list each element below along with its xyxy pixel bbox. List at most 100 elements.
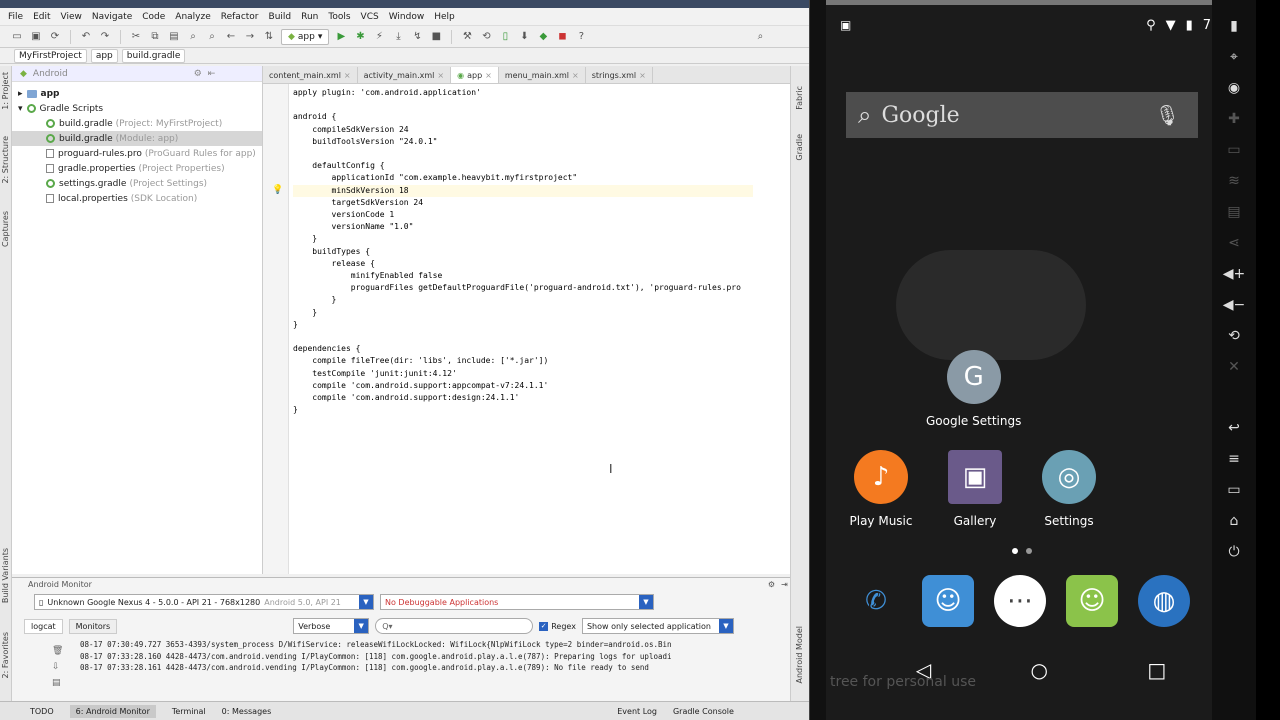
close-icon[interactable]: × [639,71,646,80]
power-icon[interactable]: ⏻ [1228,544,1239,560]
tree-node-gradle-properties[interactable]: gradle.properties (Project Properties) [12,161,262,176]
menu-file[interactable]: File [8,12,23,22]
favorites-tool-tab[interactable]: 2: Favorites [1,632,10,678]
menu-control-icon[interactable]: ≡ [1228,451,1240,467]
google-search-bar[interactable]: ⌕ Google 🎙 [846,92,1198,138]
code-editor[interactable]: 💡 apply plugin: 'com.android.application… [263,84,790,574]
tab-app[interactable]: ◉ app × [451,67,499,83]
menu-tools[interactable]: Tools [328,12,350,22]
paste-icon[interactable]: ▤ [167,30,181,44]
browser-icon[interactable]: ◍ [1138,575,1190,627]
tree-node-build-gradle-project[interactable]: build.gradle (Project: MyFirstProject) [12,116,262,131]
camera-icon[interactable]: ◉ [1228,80,1240,96]
gradle-console-tool-button[interactable]: Gradle Console [673,707,734,716]
terminal-tool-button[interactable]: Terminal [172,707,206,716]
tree-node-settings-gradle[interactable]: settings.gradle (Project Settings) [12,176,262,191]
share-icon[interactable]: ⋖ [1228,235,1240,251]
app-google-settings[interactable]: G Google Settings [926,350,1021,428]
tree-node-build-gradle-module[interactable]: build.gradle (Module: app) [12,131,262,146]
hide-icon[interactable]: ⇥ [781,580,788,589]
menu-run[interactable]: Run [301,12,318,22]
home-icon[interactable]: ○ [1031,658,1048,682]
breadcrumb-project[interactable]: MyFirstProject [14,48,87,63]
tab-strings[interactable]: strings.xml × [586,67,653,83]
logcat-search-input[interactable]: Q▾ [375,618,534,634]
gradle-tool-tab[interactable]: Gradle [795,134,804,161]
attach-debugger-icon[interactable]: ⤓ [391,30,405,44]
phone-icon[interactable]: ✆ [850,575,902,627]
contacts-icon[interactable]: ☺ [922,575,974,627]
save-icon[interactable]: ▣ [29,30,43,44]
captures-tool-tab[interactable]: Captures [1,211,10,247]
logcat-output[interactable]: 08-17 07:30:49.727 3653-4393/system_proc… [80,639,780,674]
close-icon[interactable]: × [437,71,444,80]
phone-control-icon[interactable]: ▤ [1227,204,1240,220]
restart-icon[interactable]: ▤ [52,678,63,688]
profile-icon[interactable]: ↯ [410,30,424,44]
menu-help[interactable]: Help [434,12,455,22]
multitouch-icon[interactable]: ✕ [1228,359,1240,375]
tree-node-gradle-scripts[interactable]: ▾ Gradle Scripts [12,101,262,116]
search-everywhere-icon[interactable]: ⌕ [753,30,767,44]
stop-icon[interactable]: ■ [429,30,443,44]
android-model-tool-tab[interactable]: Android Model [795,626,804,684]
android-device-monitor-icon[interactable]: ◆ [536,30,550,44]
app-settings[interactable]: ◎ Settings [1034,450,1104,528]
app-drawer-icon[interactable]: ⋯ [994,575,1046,627]
app-play-music[interactable]: ♪ Play Music [846,450,916,528]
apply-changes-icon[interactable]: ⚡ [372,30,386,44]
battery-control-icon[interactable]: ▮ [1230,18,1238,34]
tree-node-app[interactable]: ▸ app [12,86,262,101]
volume-down-icon[interactable]: ◀− [1223,297,1246,313]
rotate-icon[interactable]: ⟲ [1228,328,1240,344]
menu-analyze[interactable]: Analyze [175,12,210,22]
project-tool-tab[interactable]: 1: Project [1,72,10,110]
regex-checkbox[interactable]: ✓ Regex [539,621,576,631]
android-monitor-tool-button[interactable]: 6: Android Monitor [69,704,156,718]
home-control-icon[interactable]: ⌂ [1230,513,1239,529]
breadcrumb-file[interactable]: build.gradle [121,48,186,63]
menu-vcs[interactable]: VCS [361,12,379,22]
project-view-select[interactable]: Android [33,69,68,79]
menu-navigate[interactable]: Navigate [92,12,132,22]
back-icon[interactable]: ← [224,30,238,44]
firebase-icon[interactable]: ◼ [555,30,569,44]
debug-icon[interactable]: ✱ [353,30,367,44]
device-select[interactable]: ▯ Unknown Google Nexus 4 - 5.0.0 - API 21… [34,594,374,610]
avd-manager-icon[interactable]: ▯ [498,30,512,44]
close-icon[interactable]: × [572,71,579,80]
menu-view[interactable]: View [61,12,82,22]
breadcrumb-module[interactable]: app [90,48,118,63]
tab-logcat[interactable]: logcat [24,618,63,634]
menu-window[interactable]: Window [389,12,425,22]
project-structure-icon[interactable]: ⚒ [460,30,474,44]
lightbulb-icon[interactable]: 💡 [272,185,283,195]
volume-up-icon[interactable]: ◀+ [1223,266,1246,282]
settings-icon[interactable]: ⚙ [768,580,775,589]
sync-gradle-icon[interactable]: ⟲ [479,30,493,44]
open-icon[interactable]: ▭ [10,30,24,44]
tree-node-proguard-rules[interactable]: proguard-rules.pro (ProGuard Rules for ap… [12,146,262,161]
forward-icon[interactable]: → [243,30,257,44]
messenger-icon[interactable]: ☺ [1066,575,1118,627]
scroll-end-icon[interactable]: ⇩ [52,662,63,672]
event-log-tool-button[interactable]: Event Log [617,707,657,716]
sdk-manager-icon[interactable]: ⬇ [517,30,531,44]
fabric-tool-tab[interactable]: Fabric [795,86,804,110]
messages-tool-button[interactable]: 0: Messages [222,707,272,716]
tree-node-local-properties[interactable]: local.properties (SDK Location) [12,191,262,206]
cast-icon[interactable]: ≋ [1228,173,1240,189]
todo-tool-button[interactable]: TODO [30,707,54,716]
id-icon[interactable]: ▭ [1227,142,1240,158]
log-level-select[interactable]: Verbose ▼ [293,618,370,634]
undo-icon[interactable]: ↶ [79,30,93,44]
menu-refactor[interactable]: Refactor [221,12,259,22]
cut-icon[interactable]: ✂ [129,30,143,44]
gps-icon[interactable]: ⌖ [1230,49,1238,65]
tab-activity-main[interactable]: activity_main.xml × [358,67,452,83]
clear-log-icon[interactable]: 🗑 [52,646,63,656]
run-icon[interactable]: ▶ [334,30,348,44]
filter-select[interactable]: Show only selected application ▼ [581,618,734,634]
settings-icon[interactable]: ⚙ [194,69,202,79]
copy-icon[interactable]: ⧉ [148,30,162,44]
